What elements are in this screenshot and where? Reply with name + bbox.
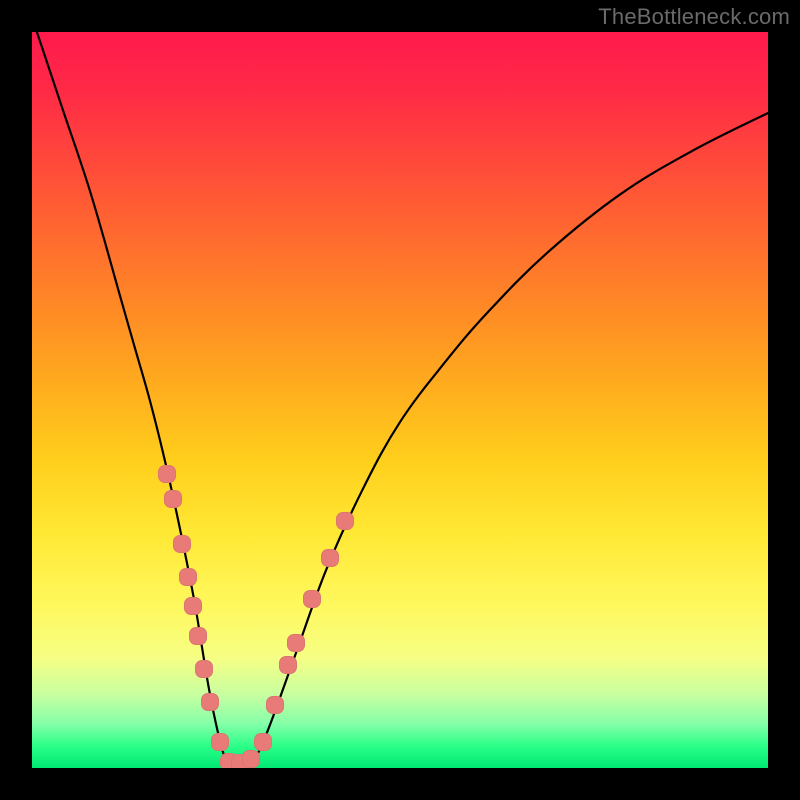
data-marker <box>242 750 260 768</box>
data-marker <box>179 568 197 586</box>
data-marker <box>266 696 284 714</box>
chart-frame: TheBottleneck.com <box>0 0 800 800</box>
data-marker <box>279 656 297 674</box>
data-marker <box>321 549 339 567</box>
marker-layer <box>32 32 768 768</box>
data-marker <box>173 535 191 553</box>
plot-area <box>32 32 768 768</box>
data-marker <box>189 627 207 645</box>
data-marker <box>336 512 354 530</box>
data-marker <box>287 634 305 652</box>
data-marker <box>184 597 202 615</box>
data-marker <box>195 660 213 678</box>
data-marker <box>254 733 272 751</box>
watermark-text: TheBottleneck.com <box>598 4 790 30</box>
data-marker <box>201 693 219 711</box>
data-marker <box>303 590 321 608</box>
data-marker <box>158 465 176 483</box>
data-marker <box>164 490 182 508</box>
data-marker <box>211 733 229 751</box>
